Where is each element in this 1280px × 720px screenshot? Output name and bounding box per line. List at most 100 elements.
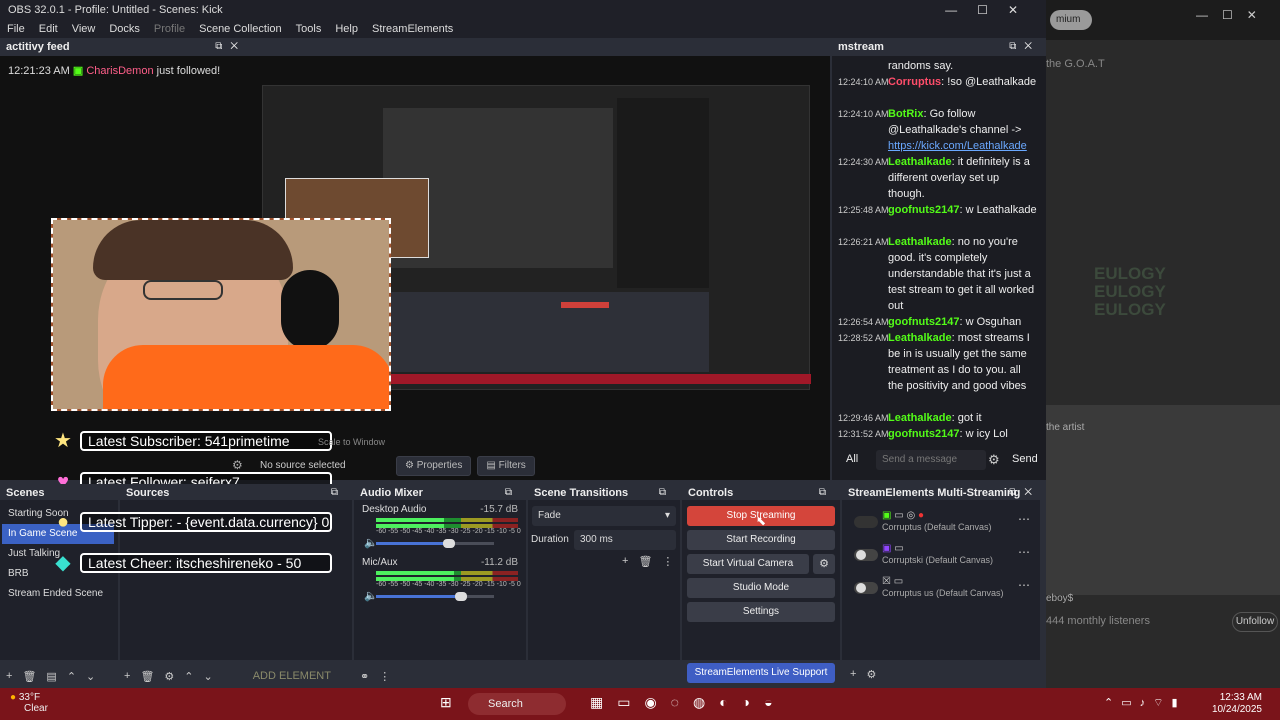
down-icon[interactable]: ⌄	[86, 670, 95, 683]
up-icon[interactable]: ⌃	[184, 670, 193, 683]
channel-select[interactable]: All	[846, 453, 858, 465]
properties-button[interactable]: ⚙ Properties	[396, 456, 472, 476]
latest-cheer: Latest Cheer: itscheshireneko - 50	[80, 553, 332, 573]
filters-button[interactable]: ▤ Filters	[477, 456, 535, 476]
message-time: 12:26:21 AM	[838, 237, 889, 247]
message-text: : w Leathalkade	[959, 204, 1037, 216]
weather-widget[interactable]: ● 33°F Clear	[10, 692, 48, 714]
chat-message: randoms say.	[838, 58, 1038, 74]
message-user[interactable]: BotRix	[888, 108, 923, 120]
menu-scene-collection[interactable]: Scene Collection	[192, 20, 289, 38]
settings-button[interactable]: Settings	[687, 602, 835, 622]
transition-select[interactable]: Fade ▾	[532, 506, 676, 526]
more-icon[interactable]: ⋯	[1018, 512, 1030, 526]
start-recording-button[interactable]: Start Recording	[687, 530, 835, 550]
pinned-apps[interactable]: ▦▭◉◌◍◐◑◒	[590, 694, 787, 711]
menu-view[interactable]: View	[65, 20, 103, 38]
webcam-source[interactable]	[51, 218, 391, 411]
unfollow-button[interactable]: Unfollow	[1232, 612, 1278, 632]
system-tray[interactable]: ⌃▭♪⌔▮	[1104, 696, 1186, 710]
stream-toggle[interactable]	[854, 582, 878, 594]
channel-name: Desktop Audio	[362, 504, 427, 515]
menu-help[interactable]: Help	[328, 20, 365, 38]
more-icon[interactable]: ⋯	[1018, 578, 1030, 592]
chat-message: 12:24:10 AM BotRix: Go follow @Leathalkad…	[838, 106, 1038, 154]
monthly-listeners: 444 monthly listeners	[1046, 615, 1150, 627]
menu-file[interactable]: File	[0, 20, 32, 38]
chat-settings-icon[interactable]: ⚙	[988, 452, 1000, 468]
add-icon[interactable]: +	[6, 670, 12, 682]
trash-icon[interactable]: 🗑	[22, 670, 36, 683]
duration-input[interactable]: 300 ms	[574, 530, 676, 550]
scene-item[interactable]: Stream Ended Scene	[2, 584, 114, 604]
message-text: : w icy Lol	[959, 428, 1008, 440]
menu-tools[interactable]: Tools	[289, 20, 329, 38]
feed-user: CharisDemon	[86, 65, 154, 77]
studio-mode-button[interactable]: Studio Mode	[687, 578, 835, 598]
gear-icon[interactable]: ⚙	[866, 668, 876, 681]
nested-chat	[617, 98, 709, 288]
stream-toggle[interactable]	[854, 549, 878, 561]
message-user[interactable]: Leathalkade	[888, 156, 952, 168]
message-user[interactable]: Leathalkade	[888, 332, 952, 344]
message-user[interactable]: Corruptus	[888, 76, 941, 88]
stream-toggle[interactable]	[854, 516, 878, 528]
start-icon[interactable]: ⊞	[440, 694, 462, 711]
chevron-down-icon: ▾	[664, 510, 670, 521]
message-user[interactable]: goofnuts2147	[888, 316, 960, 328]
gear-icon[interactable]: ⚙	[232, 458, 243, 472]
background-window-controls[interactable]: —☐✕	[1196, 8, 1271, 22]
more-icon[interactable]: ⋮	[662, 555, 673, 568]
volume-slider[interactable]	[376, 539, 494, 548]
virtual-camera-settings-icon[interactable]: ⚙	[813, 554, 835, 574]
message-link[interactable]: https://kick.com/Leathalkade	[888, 140, 1027, 152]
level-fill	[376, 518, 445, 522]
activity-feed-header: actitivy feed ⧉✕	[0, 38, 252, 56]
destination-name: Corruptski (Default Canvas)	[882, 555, 994, 565]
filter-icon[interactable]: ▤	[46, 670, 56, 683]
close-icon[interactable]: ✕	[1008, 3, 1038, 17]
clock[interactable]: 12:33 AM 10/24/2025	[1208, 692, 1262, 716]
more-icon[interactable]: ⋯	[1018, 545, 1030, 559]
channel-db: -11.2 dB	[480, 557, 518, 568]
down-icon[interactable]: ⌄	[204, 670, 213, 683]
gear-icon[interactable]: ⚙	[164, 670, 174, 683]
menu-docks[interactable]: Docks	[102, 20, 147, 38]
add-icon[interactable]: +	[622, 555, 628, 567]
menu-profile[interactable]: Profile	[147, 20, 192, 38]
trash-icon[interactable]: 🗑	[638, 555, 652, 568]
add-icon[interactable]: +	[124, 670, 130, 682]
trash-icon[interactable]: 🗑	[140, 670, 154, 683]
menu-edit[interactable]: Edit	[32, 20, 65, 38]
message-time: 12:24:30 AM	[838, 157, 889, 167]
message-user[interactable]: goofnuts2147	[888, 428, 960, 440]
taskbar-search[interactable]: Search	[468, 693, 566, 715]
message-user[interactable]: Leathalkade	[888, 412, 952, 424]
dock-buttons[interactable]: ⧉✕	[1009, 38, 1040, 56]
maximize-icon[interactable]: ☐	[977, 3, 1008, 17]
volume-knob[interactable]	[455, 592, 468, 601]
window-controls[interactable]: —☐✕	[945, 0, 1038, 20]
menu-streamelements[interactable]: StreamElements	[365, 20, 460, 38]
destination-name: Corruptus us (Default Canvas)	[882, 588, 1004, 598]
live-support-button[interactable]: StreamElements Live Support	[687, 663, 835, 683]
link-icon[interactable]: ⚭	[360, 670, 369, 683]
multistream-row: ▣ ▭ Corruptski (Default Canvas) ⋯	[852, 541, 1038, 571]
premium-badge[interactable]: mium	[1050, 10, 1092, 30]
message-user[interactable]: goofnuts2147	[888, 204, 960, 216]
volume-slider[interactable]	[376, 592, 494, 601]
add-element-button[interactable]: ADD ELEMENT	[253, 670, 331, 682]
dock-buttons[interactable]: ⧉✕	[215, 38, 246, 56]
volume-knob[interactable]	[443, 539, 456, 548]
send-button[interactable]: Send	[1012, 453, 1038, 465]
virtual-camera-button[interactable]: Start Virtual Camera	[687, 554, 809, 574]
chat-title: mstream	[838, 41, 884, 53]
message-user[interactable]: Leathalkade	[888, 236, 952, 248]
add-icon[interactable]: +	[850, 668, 856, 680]
minimize-icon[interactable]: —	[945, 3, 977, 17]
up-icon[interactable]: ⌃	[67, 670, 76, 683]
background-tagline: the G.O.A.T	[1046, 58, 1105, 70]
more-icon[interactable]: ⋮	[379, 670, 390, 683]
chat-input[interactable]: Send a message	[876, 450, 986, 470]
message-time: 12:28:52 AM	[838, 333, 889, 343]
